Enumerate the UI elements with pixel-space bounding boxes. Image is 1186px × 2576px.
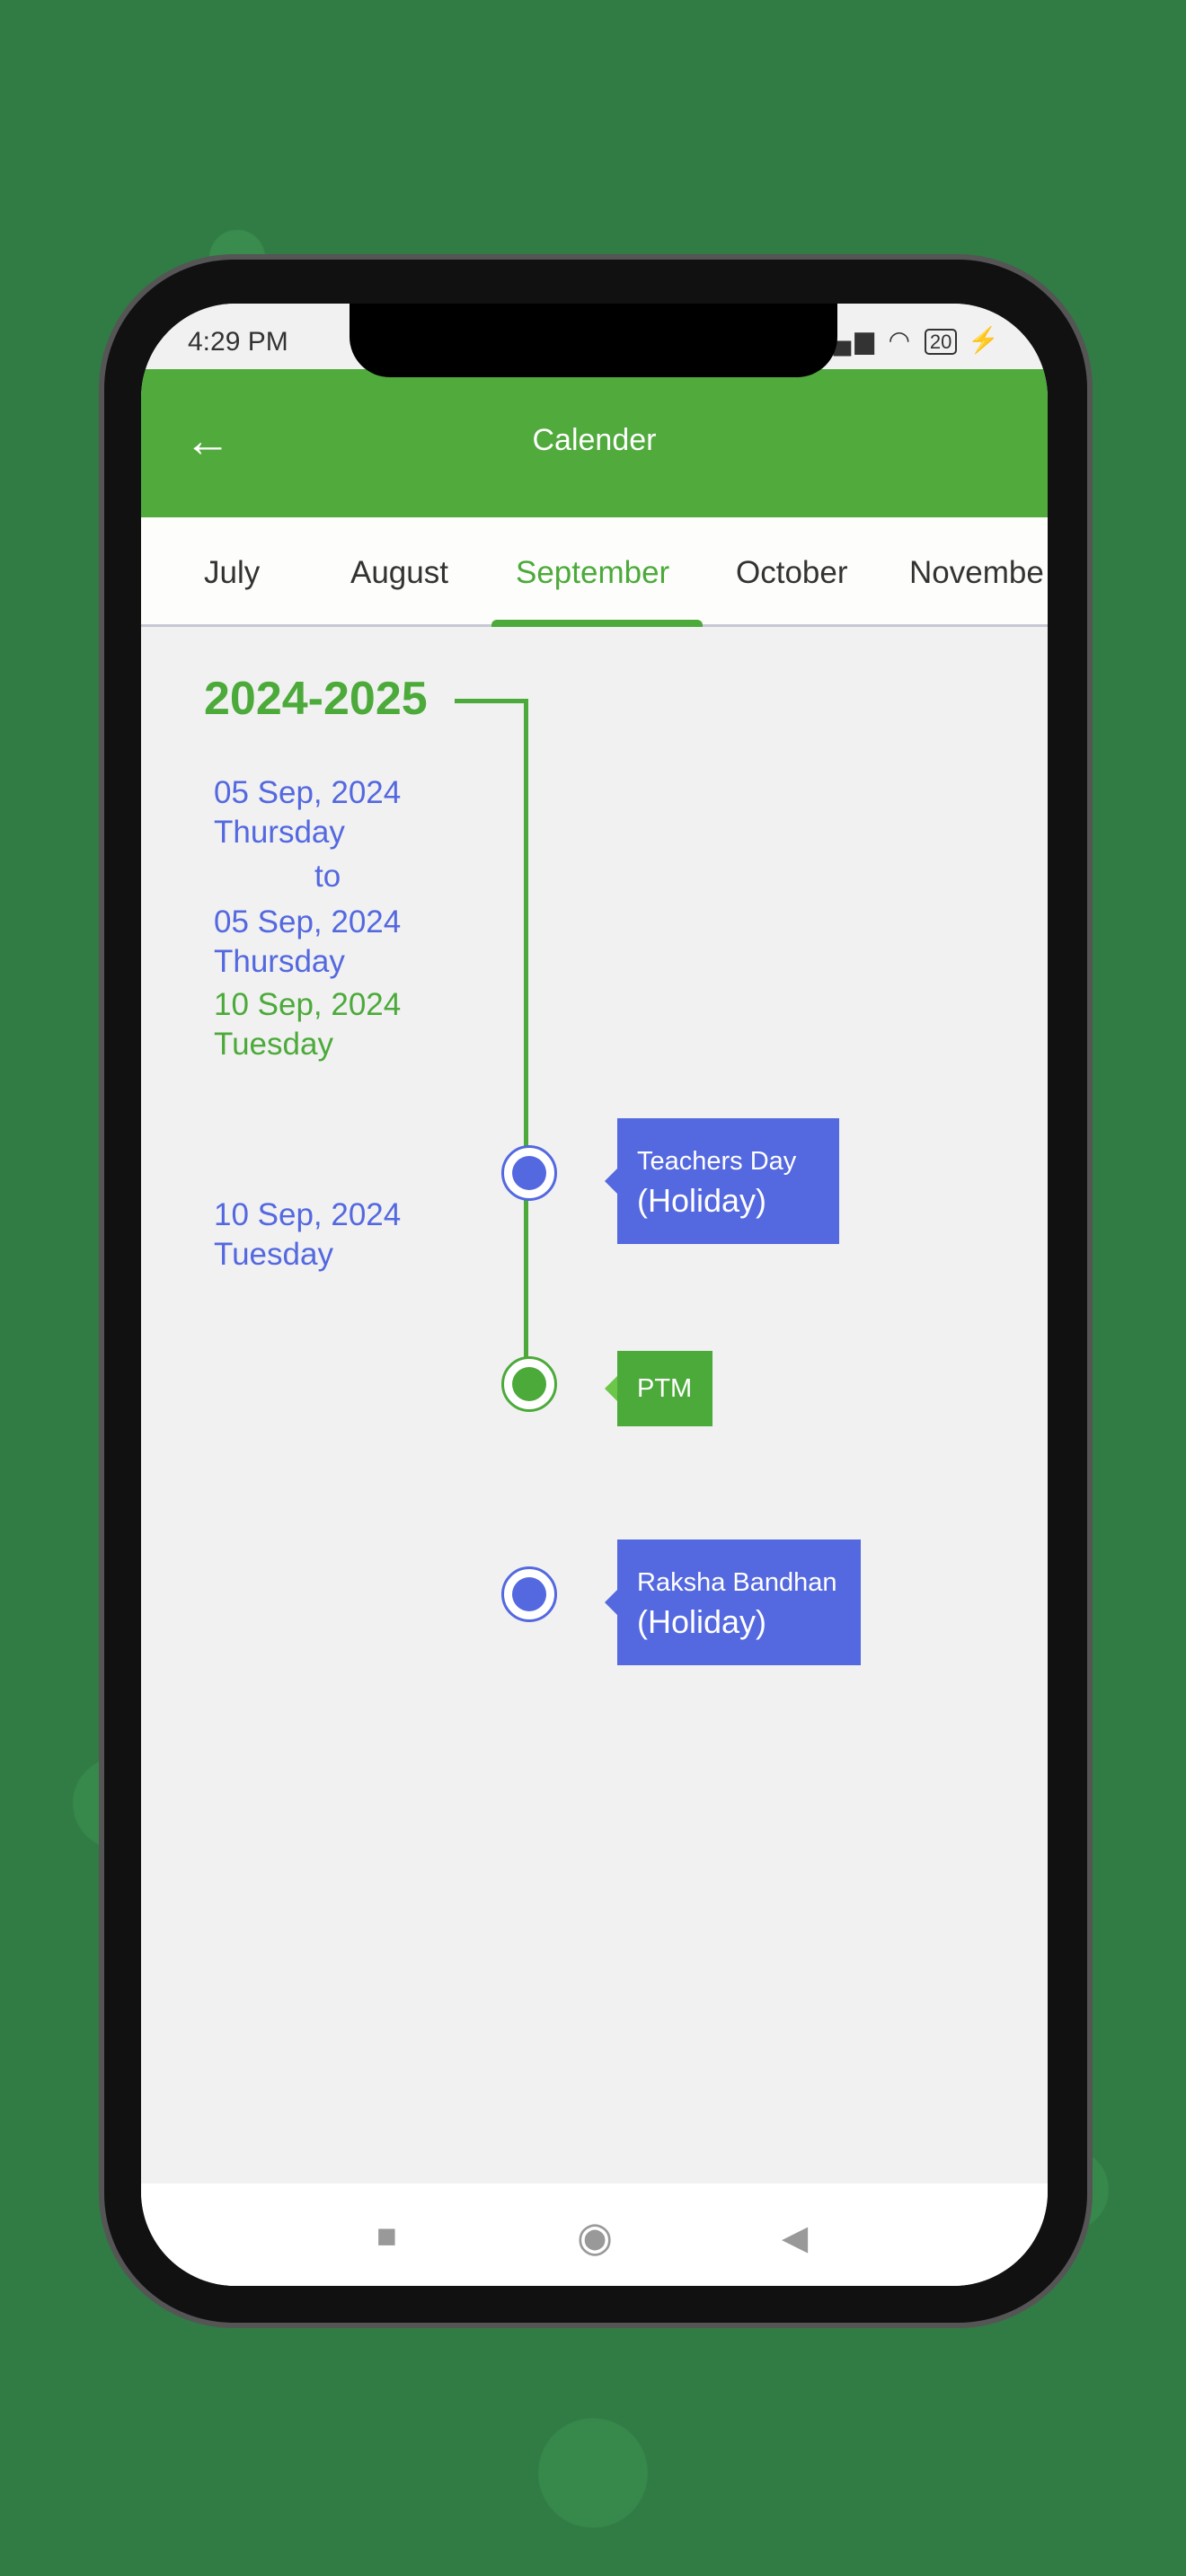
status-time: 4:29 PM — [188, 327, 288, 357]
date-raksha: 10 Sep, 2024 — [214, 1197, 402, 1232]
tab-july[interactable]: July — [204, 555, 260, 591]
page-title: Calender — [532, 423, 657, 457]
tab-august[interactable]: August — [350, 555, 448, 591]
event-title: Teachers Day — [637, 1147, 797, 1176]
timeline-line — [524, 699, 528, 1400]
event-raksha-bandhan[interactable]: Raksha Bandhan (Holiday) — [605, 1539, 861, 1665]
event-title: PTM — [637, 1374, 693, 1403]
day-raksha: Tuesday — [214, 1237, 333, 1272]
battery-icon: 20 — [924, 329, 958, 355]
day-end: Thursday — [214, 944, 345, 979]
triangle-back-icon[interactable]: ◀ — [782, 2218, 808, 2258]
tab-september[interactable]: September — [516, 555, 669, 591]
circle-home-icon[interactable]: ◉ — [577, 2212, 613, 2261]
square-recents-icon[interactable]: ■ — [376, 2218, 397, 2256]
day-ptm: Tuesday — [214, 1027, 333, 1062]
event-ptm[interactable]: PTM — [605, 1351, 712, 1426]
date-ptm: 10 Sep, 2024 — [214, 987, 402, 1022]
event-type: (Holiday) — [637, 1603, 767, 1640]
timeline-connector — [455, 699, 527, 703]
notch — [350, 304, 837, 377]
event-title: Raksha Bandhan — [637, 1568, 837, 1597]
month-tabs: July August September October Novembe — [141, 517, 1048, 627]
phone-screen: 4:29 PM ▂▄▆ ◠ 20 ⚡ ← Calender July Augus… — [141, 304, 1048, 2286]
timeline: 2024-2025 05 Sep, 2024 Thursday to 05 Se… — [141, 627, 1048, 2183]
wifi-icon: ◠ — [888, 326, 915, 354]
timeline-dot — [501, 1356, 557, 1412]
date-start: 05 Sep, 2024 — [214, 775, 402, 810]
day-start: Thursday — [214, 815, 345, 850]
date-end: 05 Sep, 2024 — [214, 904, 402, 940]
date-to: to — [314, 859, 341, 894]
navigation-bar: ■ ◉ ◀ — [141, 2183, 1048, 2286]
event-type: (Holiday) — [637, 1182, 767, 1219]
event-teachers-day[interactable]: Teachers Day (Holiday) — [605, 1118, 839, 1244]
timeline-dot — [501, 1566, 557, 1622]
status-icons: ▂▄▆ ◠ 20 ⚡ — [810, 325, 1003, 355]
timeline-dot — [501, 1145, 557, 1201]
active-tab-indicator — [491, 620, 703, 627]
academic-year: 2024-2025 — [204, 673, 428, 725]
tab-november[interactable]: Novembe — [909, 555, 1044, 591]
app-header: ← Calender — [141, 369, 1048, 517]
tab-october[interactable]: October — [736, 555, 848, 591]
charging-icon: ⚡ — [968, 326, 1003, 354]
